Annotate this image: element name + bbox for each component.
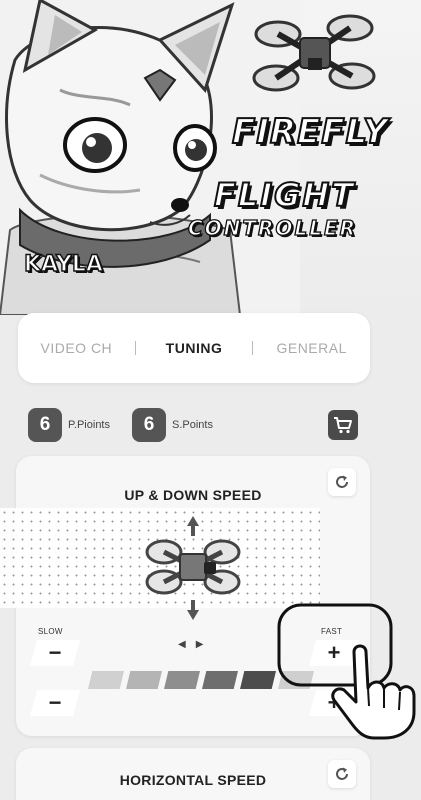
arrow-up-icon — [187, 516, 199, 536]
drone-image — [252, 14, 376, 92]
hand-pointer-icon — [277, 603, 416, 740]
slow-label: SLOW — [38, 627, 63, 636]
product-title: FLIGHT — [213, 175, 356, 215]
tab-bar: VIDEO CH TUNING GENERAL — [18, 313, 370, 383]
speed-level-segment — [202, 671, 238, 689]
drone-icon — [145, 516, 241, 620]
arrow-down-icon — [187, 600, 199, 620]
card-title: UP & DOWN SPEED — [124, 487, 262, 503]
arrow-right-icon: ▶ — [195, 639, 214, 650]
speed-level-segment — [240, 671, 276, 689]
speed-level-segment — [164, 671, 200, 689]
reset-button[interactable] — [328, 760, 356, 788]
pilot-name: KAYLA — [23, 251, 103, 277]
refresh-icon — [336, 767, 348, 780]
speed-level-segment — [126, 671, 162, 689]
p-points-value: 6 — [28, 408, 62, 442]
left-right-arrows: ◀▶ — [178, 639, 213, 650]
cart-button[interactable] — [328, 410, 358, 440]
tab-tuning[interactable]: TUNING — [136, 340, 253, 356]
decrease-button[interactable]: − — [30, 640, 80, 666]
hero-banner: FIREFLY FLIGHT CONTROLLER KAYLA — [0, 0, 421, 315]
s-points-value: 6 — [132, 408, 166, 442]
tab-general[interactable]: GENERAL — [253, 340, 370, 356]
hand-pointer-overlay — [276, 600, 421, 740]
decrease-button-secondary[interactable]: − — [30, 690, 80, 716]
s-points-label: S.Points — [172, 419, 213, 431]
card-title: HORIZONTAL SPEED — [119, 772, 267, 788]
arrow-left-icon: ◀ — [178, 639, 196, 650]
p-points-label: P.Pioints — [68, 419, 110, 431]
reset-button[interactable] — [328, 468, 356, 496]
cart-icon — [334, 417, 352, 434]
product-subtitle: CONTROLLER — [187, 215, 358, 240]
tab-video-ch[interactable]: VIDEO CH — [18, 340, 135, 356]
points-row: 6 P.Pioints 6 S.Points — [28, 408, 363, 442]
refresh-icon — [336, 475, 348, 488]
speed-level-segment — [88, 671, 124, 689]
horizontal-speed-card: HORIZONTAL SPEED — [16, 748, 370, 800]
brand-logo: FIREFLY — [231, 111, 389, 153]
